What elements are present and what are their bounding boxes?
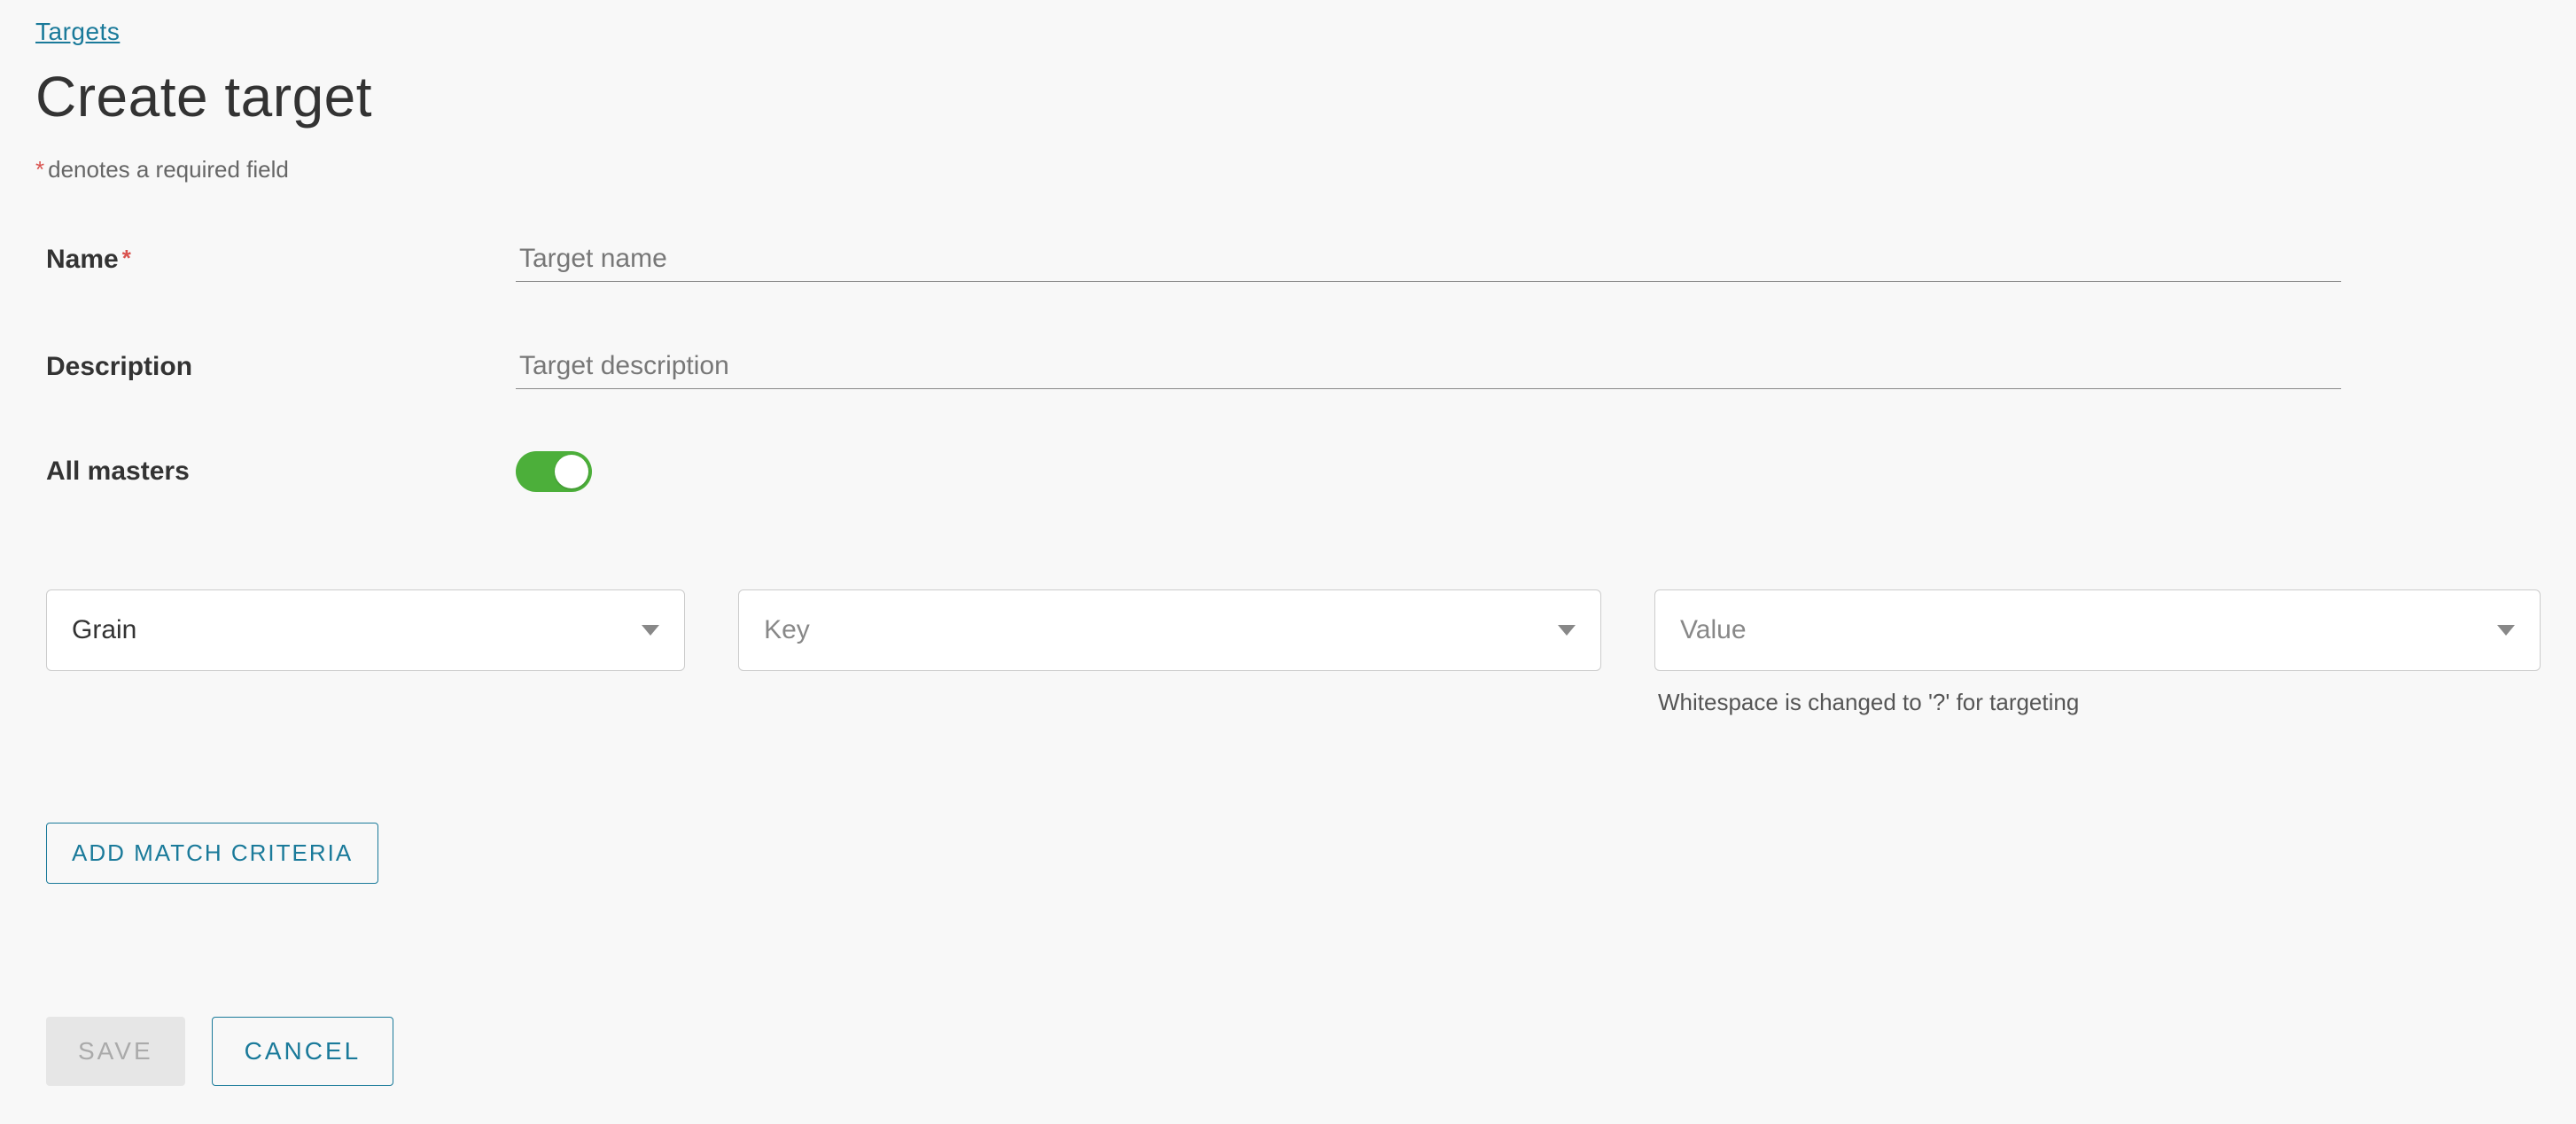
grain-select[interactable]: Grain: [46, 589, 685, 671]
all-masters-label: All masters: [46, 457, 516, 487]
required-asterisk-icon: *: [122, 245, 131, 271]
toggle-knob-icon: [555, 455, 588, 488]
page-title: Create target: [35, 64, 2541, 129]
chevron-down-icon: [642, 625, 659, 636]
name-label: Name*: [46, 245, 516, 275]
cancel-button[interactable]: CANCEL: [212, 1017, 394, 1086]
description-input[interactable]: [516, 344, 2341, 389]
description-label-text: Description: [46, 352, 192, 381]
key-select[interactable]: Key: [738, 589, 1601, 671]
all-masters-label-text: All masters: [46, 457, 190, 486]
name-input[interactable]: [516, 237, 2341, 282]
chevron-down-icon: [1558, 625, 1576, 636]
value-select[interactable]: Value: [1654, 589, 2541, 671]
value-helper-text: Whitespace is changed to '?' for targeti…: [1654, 689, 2541, 716]
chevron-down-icon: [2497, 625, 2515, 636]
breadcrumb-targets[interactable]: Targets: [35, 18, 120, 46]
grain-select-value: Grain: [72, 615, 136, 645]
description-label: Description: [46, 352, 516, 382]
name-label-text: Name: [46, 245, 119, 274]
required-note-text: denotes a required field: [48, 156, 289, 183]
add-match-criteria-button[interactable]: ADD MATCH CRITERIA: [46, 823, 378, 884]
save-button[interactable]: SAVE: [46, 1017, 185, 1086]
key-select-placeholder: Key: [764, 615, 810, 645]
value-select-placeholder: Value: [1680, 615, 1747, 645]
required-note: *denotes a required field: [35, 156, 2541, 183]
all-masters-toggle[interactable]: [516, 451, 592, 492]
required-asterisk-icon: *: [35, 156, 44, 183]
